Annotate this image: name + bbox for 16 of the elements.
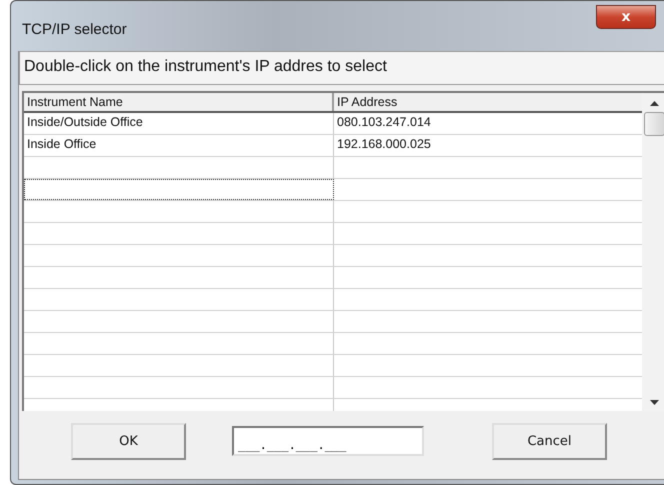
scroll-down-icon[interactable]: [650, 400, 658, 405]
scroll-up-icon[interactable]: [650, 101, 658, 106]
ok-button[interactable]: OK: [71, 422, 186, 460]
window-title: TCP/IP selector: [22, 21, 127, 38]
table-cell[interactable]: [24, 179, 334, 200]
table-cell[interactable]: Inside Office: [24, 135, 334, 156]
table-cell[interactable]: Inside/Outside Office: [24, 113, 334, 134]
close-button[interactable]: x: [596, 5, 656, 29]
table-cell[interactable]: 192.168.000.025: [334, 135, 642, 156]
column-header[interactable]: IP Address: [334, 93, 642, 111]
ip-address-field[interactable]: ___.___.___.___: [232, 426, 424, 456]
column-header[interactable]: Instrument Name: [24, 93, 334, 111]
table-cell[interactable]: 080.103.247.014: [334, 113, 642, 134]
scrollbar-thumb[interactable]: [644, 112, 664, 136]
instruction-label: Double-click on the instrument's IP addres to select: [19, 51, 664, 85]
cancel-button[interactable]: Cancel: [492, 422, 607, 460]
